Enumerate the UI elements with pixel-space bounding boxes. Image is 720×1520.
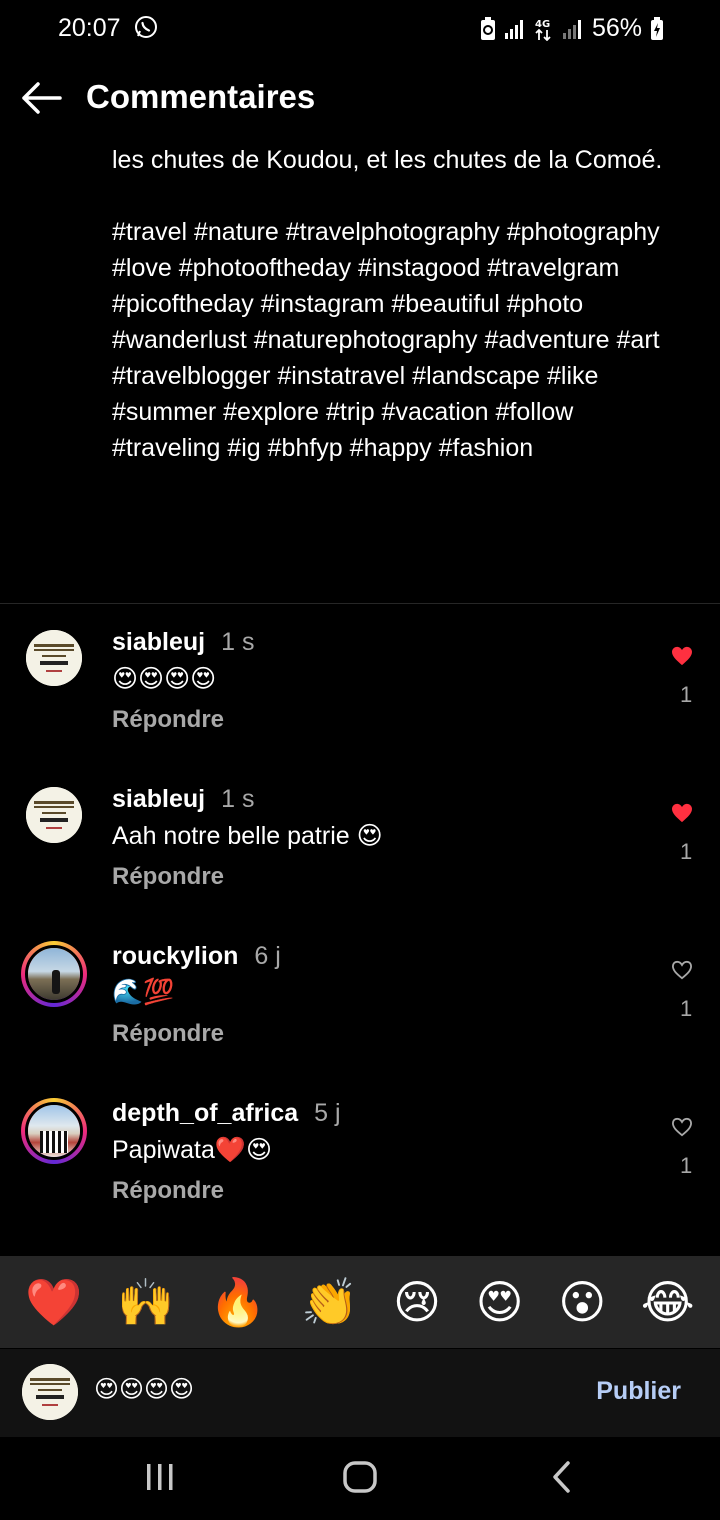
status-time: 20:07 xyxy=(58,14,121,42)
reply-button[interactable]: Répondre xyxy=(112,863,224,891)
emoji-raising-hands-button[interactable]: 🙌 xyxy=(117,1279,174,1325)
comment-author[interactable]: siableuj 1 s xyxy=(112,785,254,814)
post-caption: les chutes de Koudou, et les chutes de l… xyxy=(112,142,672,466)
avatar-image xyxy=(22,1364,78,1420)
comment-item: siableuj 1 s Aah notre belle patrie 😍 Rép… xyxy=(0,785,720,917)
comment-time: 5 j xyxy=(314,1099,341,1127)
caption-text: les chutes de Koudou, et les chutes de l… xyxy=(112,146,663,174)
avatar[interactable] xyxy=(21,1098,87,1164)
heart-filled-icon[interactable] xyxy=(671,803,693,823)
comment-text: 🌊💯 xyxy=(112,978,175,1006)
reply-button[interactable]: Répondre xyxy=(112,1020,224,1048)
avatar[interactable] xyxy=(21,941,87,1007)
back-nav-icon[interactable] xyxy=(548,1459,576,1495)
comment-username[interactable]: siableuj xyxy=(112,785,205,813)
comment-input[interactable] xyxy=(94,1375,554,1403)
comment-time: 6 j xyxy=(254,942,281,970)
status-bar: 20:07 4G 56% xyxy=(0,0,720,56)
page-title: Commentaires xyxy=(86,78,316,115)
emoji-fire-button[interactable]: 🔥 xyxy=(209,1279,266,1325)
caption-hashtags[interactable]: #travel #nature #travelphotography #phot… xyxy=(112,214,672,466)
avatar-image xyxy=(28,948,80,1000)
publish-button[interactable]: Publier xyxy=(596,1377,681,1406)
comment-username[interactable]: depth_of_africa xyxy=(112,1099,298,1127)
avatar-image xyxy=(26,630,82,686)
whatsapp-icon xyxy=(135,16,157,38)
like-count: 1 xyxy=(680,839,693,864)
comment-item: siableuj 1 s 😍😍😍😍 Répondre 1 xyxy=(0,628,720,760)
comment-compose: Publier xyxy=(0,1349,720,1437)
battery-icon xyxy=(651,16,663,40)
arrow-left-icon[interactable] xyxy=(20,80,62,116)
battery-percentage: 56% xyxy=(591,14,642,42)
reply-button[interactable]: Répondre xyxy=(112,706,224,734)
emoji-crying-button[interactable]: 😢 xyxy=(393,1279,441,1325)
recent-apps-icon[interactable] xyxy=(144,1459,176,1495)
data-4g-icon: 4G xyxy=(535,19,551,41)
svg-text:4G: 4G xyxy=(535,19,550,30)
like-count: 1 xyxy=(680,996,693,1021)
emoji-laughing-button[interactable]: 😂 xyxy=(641,1279,695,1325)
system-navigation-bar xyxy=(0,1437,720,1520)
emoji-surprised-button[interactable]: 😮 xyxy=(558,1279,606,1325)
heart-filled-icon[interactable] xyxy=(671,646,693,666)
comment-item: rouckylion 6 j 🌊💯 Répondre 1 xyxy=(0,941,720,1074)
app-bar: Commentaires xyxy=(0,66,720,130)
comment-author[interactable]: siableuj 1 s xyxy=(112,628,254,657)
comment-text: Aah notre belle patrie 😍 xyxy=(112,822,383,850)
signal-icon xyxy=(504,19,523,39)
heart-outline-icon[interactable] xyxy=(671,1117,693,1137)
emoji-heart-button[interactable]: ❤️ xyxy=(25,1279,82,1325)
heart-outline-icon[interactable] xyxy=(671,960,693,980)
comment-author[interactable]: rouckylion 6 j xyxy=(112,942,281,971)
comment-item: depth_of_africa 5 j Papiwata❤️😍 Répondre … xyxy=(0,1098,720,1231)
comment-username[interactable]: rouckylion xyxy=(112,942,238,970)
signal-icon xyxy=(562,19,581,39)
comment-author[interactable]: depth_of_africa 5 j xyxy=(112,1099,341,1128)
comment-username[interactable]: siableuj xyxy=(112,628,205,656)
avatar-image xyxy=(26,787,82,843)
emoji-reaction-bar: ❤️ 🙌 🔥 👏 😢 😍 😮 😂 xyxy=(0,1256,720,1348)
battery-saver-icon xyxy=(480,16,495,40)
status-icons: 4G 56% xyxy=(480,14,664,43)
current-user-avatar xyxy=(22,1364,78,1420)
like-count: 1 xyxy=(680,682,693,707)
reply-button[interactable]: Répondre xyxy=(112,1177,224,1205)
comment-time: 1 s xyxy=(221,785,255,813)
avatar-image xyxy=(28,1105,80,1157)
home-icon[interactable] xyxy=(342,1459,378,1495)
avatar[interactable] xyxy=(26,630,82,686)
divider xyxy=(0,603,720,604)
like-count: 1 xyxy=(680,1153,693,1178)
emoji-clapping-button[interactable]: 👏 xyxy=(301,1279,358,1325)
avatar[interactable] xyxy=(26,787,82,843)
comment-text: Papiwata❤️😍 xyxy=(112,1136,273,1164)
comment-text: 😍😍😍😍 xyxy=(112,665,217,693)
emoji-heart-eyes-button[interactable]: 😍 xyxy=(476,1279,524,1325)
comment-time: 1 s xyxy=(221,628,255,656)
